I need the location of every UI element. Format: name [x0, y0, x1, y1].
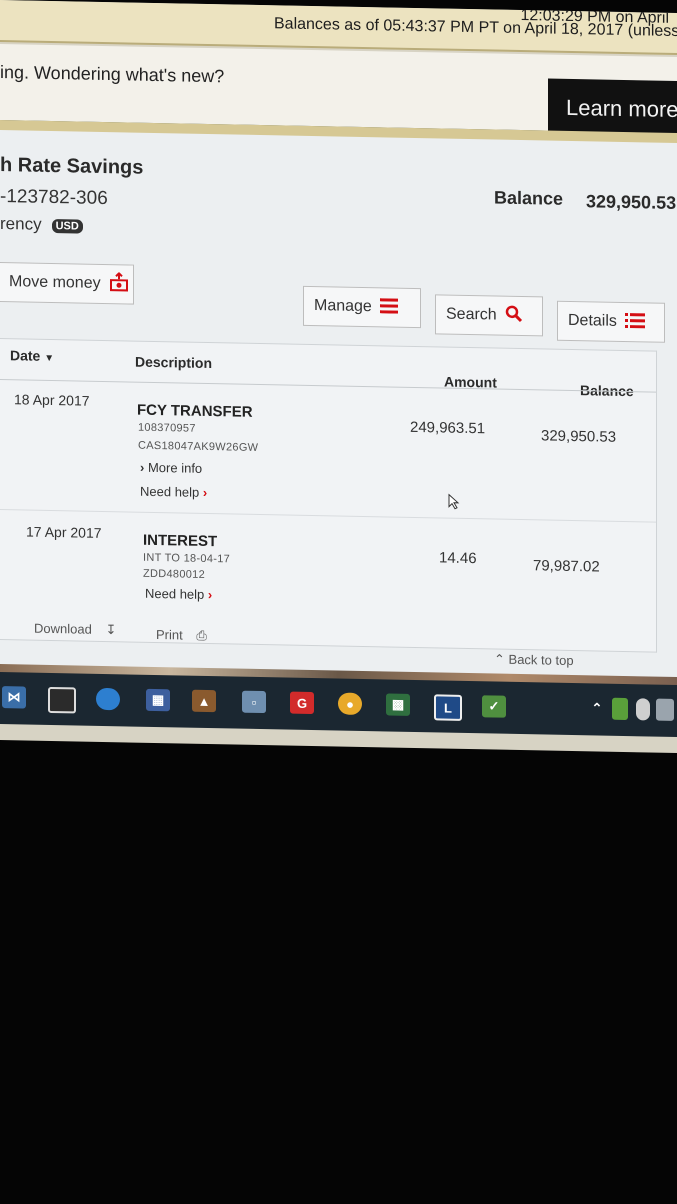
need-help-label: Need help [145, 585, 205, 602]
column-header-date[interactable]: Date ▼ [10, 347, 54, 364]
row-balance: 79,987.02 [533, 557, 600, 576]
app-icon[interactable]: ▦ [146, 688, 170, 712]
browser-active-icon[interactable] [96, 687, 120, 711]
notes-icon[interactable]: ▫ [242, 690, 266, 714]
row-ref2: ZDD480012 [143, 567, 206, 581]
transactions-table: Date ▼ Description Amount Balance 18 Apr… [0, 338, 657, 653]
row-date: 17 Apr 2017 [26, 523, 102, 541]
promo-text: ing. Wondering what's new? [0, 62, 225, 87]
matlab-icon[interactable]: ▲ [192, 689, 216, 713]
row-ref1: INT TO 18-04-17 [143, 551, 231, 566]
window-icon[interactable] [48, 686, 76, 714]
row-balance: 329,950.53 [541, 427, 617, 446]
account-number: -123782-306 [0, 186, 108, 210]
row-amount: 14.46 [439, 549, 477, 568]
tray-network-icon[interactable] [636, 698, 650, 721]
currency-badge: USD [51, 218, 83, 234]
printer-icon: ⎙ [196, 627, 207, 643]
row-ref1: 108370957 [138, 421, 196, 435]
back-to-top-label: Back to top [508, 651, 574, 669]
row-divider [0, 509, 656, 523]
manage-label: Manage [314, 297, 372, 316]
download-icon: ↧ [105, 622, 117, 638]
move-money-label: Move money [9, 273, 101, 292]
date-header-label: Date [10, 347, 41, 364]
sort-down-icon: ▼ [44, 352, 55, 365]
header-divider [0, 379, 656, 393]
download-label: Download [34, 620, 92, 637]
account-panel: h Rate Savings -123782-306 rency USD Bala… [0, 130, 677, 683]
need-help-link[interactable]: Need help › [140, 484, 207, 500]
chevron-right-icon: › [140, 459, 145, 475]
tray-app-icon[interactable] [612, 697, 628, 721]
lync-icon[interactable]: L [434, 694, 462, 721]
chrome-icon[interactable]: ● [338, 692, 362, 715]
search-icon [505, 304, 523, 327]
manage-button[interactable]: Manage [303, 285, 421, 329]
chevron-right-icon: › [202, 484, 208, 500]
money-transfer-icon [109, 271, 129, 297]
editor-icon[interactable]: ✓ [482, 695, 506, 718]
balance-label: Balance [494, 187, 564, 209]
row-date: 18 Apr 2017 [14, 391, 90, 409]
chevron-up-icon[interactable]: ⌃ [590, 697, 604, 719]
account-name: h Rate Savings [0, 154, 144, 179]
column-header-description: Description [135, 353, 213, 372]
menu-icon [379, 297, 398, 318]
list-icon [624, 311, 645, 332]
more-info-link[interactable]: › More info [140, 460, 202, 476]
search-label: Search [446, 305, 497, 324]
netease-music-icon[interactable]: G [290, 691, 314, 715]
need-help-link[interactable]: Need help › [145, 586, 212, 602]
file-explorer-icon[interactable]: ▩ [386, 693, 410, 716]
table-row: 17 Apr 2017 INTEREST INT TO 18-04-17 ZDD… [0, 339, 656, 602]
row-ref2: CAS18047AK9W26GW [138, 439, 259, 454]
download-link[interactable]: Download ↧ [34, 621, 116, 639]
search-button[interactable]: Search [435, 294, 543, 337]
row-amount: 249,963.51 [410, 418, 486, 438]
monitor-screen: 12:03:29 PM on April Balances as of 05:4… [0, 0, 677, 753]
need-help-label: Need help [140, 483, 200, 500]
table-row: 18 Apr 2017 FCY TRANSFER 108370957 CAS18… [0, 339, 656, 500]
chevron-right-icon: › [207, 586, 213, 603]
details-button[interactable]: Details [557, 300, 665, 343]
row-title: FCY TRANSFER [137, 401, 253, 421]
chevron-up-icon: ⌃ [494, 651, 505, 667]
balance-value: 329,950.53 [586, 191, 677, 213]
account-currency: rency USD [0, 214, 83, 236]
back-to-top-link[interactable]: ⌃ Back to top [494, 651, 574, 669]
print-label: Print [156, 626, 183, 643]
visual-studio-icon[interactable]: ⋈ [2, 686, 26, 709]
move-money-button[interactable]: Move money [0, 261, 134, 305]
print-link[interactable]: Print ⎙ [156, 627, 207, 644]
tray-keyboard-icon[interactable] [656, 698, 674, 721]
mouse-cursor-icon [448, 493, 460, 515]
details-label: Details [568, 311, 617, 330]
currency-label: rency [0, 214, 42, 234]
row-title: INTEREST [143, 531, 218, 551]
more-info-label: More info [147, 459, 203, 476]
